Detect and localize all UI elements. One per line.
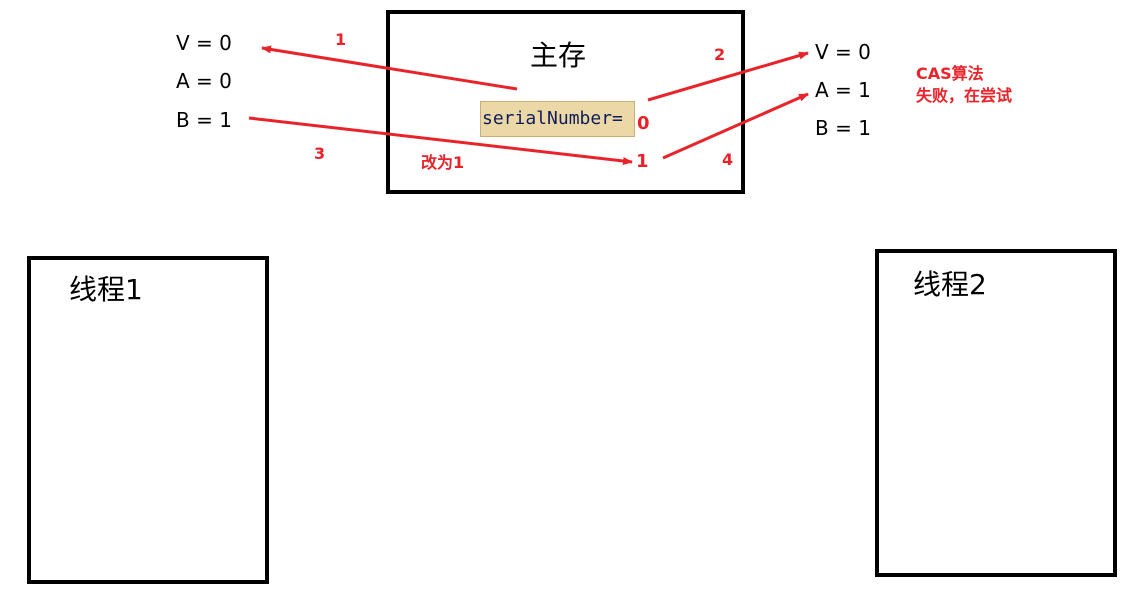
arrow-step-1: [261, 45, 518, 91]
step-1-label: 1: [335, 30, 347, 49]
thread1-var-b: B = 1: [176, 108, 232, 132]
cas-note: CAS算法 失败，在尝试: [916, 63, 1012, 107]
cas-note-line1: CAS算法: [916, 64, 984, 83]
step-4-label: 4: [722, 150, 734, 169]
thread2-var-v: V = 0: [815, 40, 871, 64]
cas-note-line2: 失败，在尝试: [916, 86, 1013, 105]
step-3-label: 3: [314, 144, 326, 163]
thread2-var-b: B = 1: [815, 116, 871, 140]
serial-initial-value: 0: [637, 113, 650, 134]
thread2-var-a: A = 1: [815, 78, 871, 102]
thread1-var-v: V = 0: [176, 31, 232, 55]
change-label: 改为1: [421, 153, 465, 172]
thread1-var-a: A = 0: [176, 69, 232, 93]
serial-updated-value: 1: [636, 151, 649, 172]
arrow-step-2: [647, 51, 809, 102]
step-2-label: 2: [714, 45, 726, 64]
arrow-step-4: [662, 92, 809, 160]
